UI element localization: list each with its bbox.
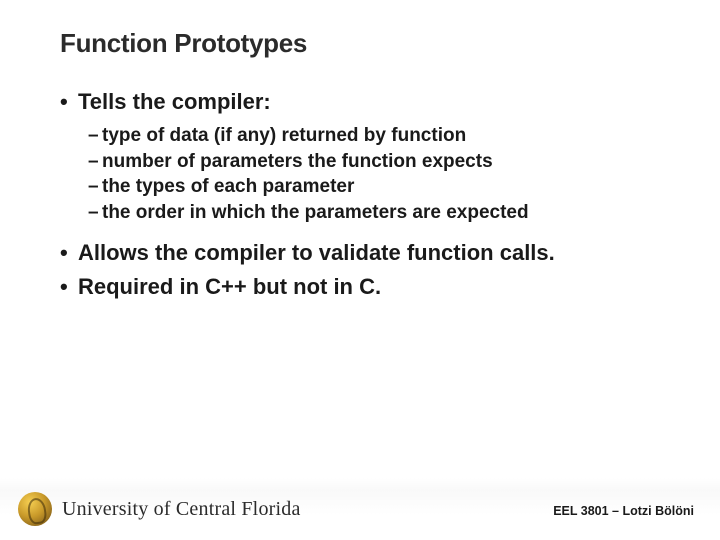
slide: Function Prototypes Tells the compiler: … (0, 0, 720, 540)
sub-list: type of data (if any) returned by functi… (88, 123, 660, 226)
footer: University of Central Florida EEL 3801 –… (0, 478, 720, 540)
course-label: EEL 3801 – Lotzi Bölöni (553, 504, 694, 518)
bullet-allows-validate: Allows the compiler to validate function… (60, 240, 660, 266)
sub-bullet: number of parameters the function expect… (88, 149, 660, 175)
university-logo-block: University of Central Florida (18, 492, 301, 526)
sub-bullet: the types of each parameter (88, 174, 660, 200)
slide-content: Tells the compiler: type of data (if any… (60, 89, 660, 300)
slide-title: Function Prototypes (60, 28, 660, 59)
sub-bullet: type of data (if any) returned by functi… (88, 123, 660, 149)
bullet-required-cpp: Required in C++ but not in C. (60, 274, 660, 300)
bullet-tells-compiler: Tells the compiler: (60, 89, 660, 115)
university-name: University of Central Florida (62, 498, 301, 521)
ucf-seal-icon (18, 492, 52, 526)
sub-bullet: the order in which the parameters are ex… (88, 200, 660, 226)
